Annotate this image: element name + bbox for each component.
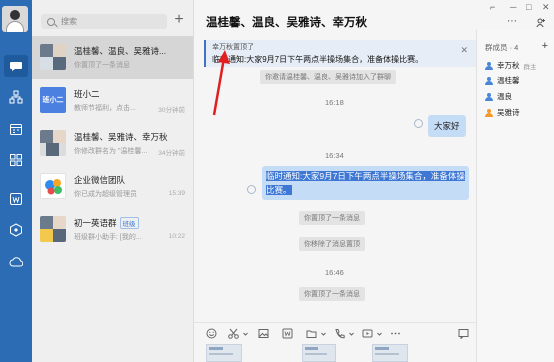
conversation-time: 10:22 bbox=[168, 233, 185, 240]
conversation-item[interactable]: 温桂馨、温良、吴雅诗... 你置顶了一条消息 bbox=[32, 36, 193, 79]
conversation-time: 34分钟前 bbox=[158, 150, 185, 157]
input-toolbar bbox=[194, 322, 476, 342]
drive-icon[interactable] bbox=[8, 222, 24, 238]
conversation-preview: 班级群小助手: [我的... bbox=[74, 234, 142, 241]
word-doc-icon[interactable] bbox=[282, 328, 293, 339]
more-tools-icon[interactable] bbox=[390, 328, 401, 339]
conversation-time: 15:39 bbox=[168, 190, 185, 197]
conversation-title: 初一英语群 班级 bbox=[74, 217, 139, 229]
conversation-item[interactable]: 初一英语群 班级 班级群小助手: [我的... 10:22 bbox=[32, 208, 193, 251]
conversation-title: 温桂馨、吴雅诗、幸万秋 bbox=[74, 132, 168, 142]
select-circle-icon[interactable] bbox=[247, 185, 256, 194]
group-avatar bbox=[40, 44, 66, 70]
maximize-icon[interactable]: □ bbox=[526, 2, 531, 12]
member-item[interactable]: 温桂馨 bbox=[485, 75, 520, 86]
members-panel: 群成员 · 4 + 幸万秋 群主 温桂馨 温良 吴雅诗 bbox=[476, 30, 554, 362]
chat-history-icon[interactable] bbox=[458, 328, 469, 340]
group-avatar bbox=[40, 130, 66, 156]
more-icon[interactable]: ⋯ bbox=[507, 16, 517, 27]
conversation-item[interactable]: 企业微信团队 你已成为超级管理员 15:39 bbox=[32, 165, 193, 208]
minimize-icon[interactable]: ─ bbox=[510, 2, 516, 12]
member-name: 吴雅诗 bbox=[497, 108, 520, 117]
conversation-preview: 你置顶了一条消息 bbox=[74, 62, 130, 69]
pinned-by: 幸万秋置顶了 bbox=[212, 44, 254, 51]
member-item[interactable]: 吴雅诗 bbox=[485, 107, 520, 118]
scissors-icon[interactable] bbox=[228, 328, 239, 339]
contacts-icon[interactable] bbox=[8, 89, 24, 105]
chevron-down-icon[interactable] bbox=[374, 328, 382, 339]
navigation-rail bbox=[0, 0, 32, 362]
conversation-list: 搜索 + 温桂馨、温良、吴雅诗... 你置顶了一条消息 班小二 班小二 教师节福… bbox=[32, 0, 194, 362]
image-thumbnail[interactable] bbox=[302, 344, 336, 362]
member-item[interactable]: 温良 bbox=[485, 91, 512, 102]
group-avatar bbox=[40, 216, 66, 242]
search-input[interactable]: 搜索 bbox=[41, 14, 167, 29]
banxiaoer-avatar: 班小二 bbox=[40, 87, 66, 113]
system-message: 你移除了消息置顶 bbox=[299, 237, 365, 251]
chevron-down-icon[interactable] bbox=[318, 328, 326, 339]
conversation-item[interactable]: 温桂馨、吴雅诗、幸万秋 你修改群名为 "温桂馨... 34分钟前 bbox=[32, 122, 193, 165]
person-icon bbox=[485, 92, 493, 101]
chat-panel: 温桂馨、温良、吴雅诗、幸万秋 ⋯ 幸万秋置顶了 临时通知:大家9月7日下午两点半… bbox=[194, 0, 554, 362]
conversation-preview: 你修改群名为 "温桂馨... bbox=[74, 148, 148, 155]
search-icon bbox=[47, 17, 55, 26]
message-bubble[interactable]: 大家好 bbox=[428, 115, 466, 137]
folder-icon[interactable] bbox=[306, 328, 317, 339]
conversation-title-text: 初一英语群 bbox=[74, 218, 117, 228]
person-icon bbox=[485, 76, 493, 85]
conversation-item[interactable]: 班小二 班小二 教师节福利，点击... 30分钟前 bbox=[32, 79, 193, 122]
cloud-icon[interactable] bbox=[8, 254, 24, 270]
chevron-down-icon[interactable] bbox=[240, 328, 248, 339]
add-member-icon[interactable]: + bbox=[542, 40, 548, 52]
chevron-down-icon[interactable] bbox=[346, 328, 354, 339]
image-icon[interactable] bbox=[258, 328, 269, 339]
message-bubble[interactable]: 临时通知:大家9月7日下午两点半操场集合，准备体操比赛。 bbox=[262, 166, 469, 200]
emoji-icon[interactable] bbox=[206, 328, 217, 339]
conversation-preview: 你已成为超级管理员 bbox=[74, 191, 137, 198]
timestamp: 16:34 bbox=[325, 151, 344, 160]
message-icon[interactable] bbox=[4, 55, 28, 77]
member-name: 幸万秋 bbox=[497, 61, 520, 70]
member-item[interactable]: 幸万秋 群主 bbox=[485, 60, 537, 71]
pinned-message: 临时通知:大家9月7日下午两点半操场集合，准备体操比赛。 bbox=[212, 55, 424, 64]
conversation-title: 企业微信团队 bbox=[74, 175, 126, 185]
conversation-title: 温桂馨、温良、吴雅诗... bbox=[74, 46, 167, 56]
owner-badge: 群主 bbox=[523, 63, 537, 71]
system-message: 你邀请温桂馨、温良、吴雅诗加入了群聊 bbox=[260, 70, 396, 84]
select-circle-icon[interactable] bbox=[414, 119, 423, 128]
image-thumbnail[interactable] bbox=[206, 344, 242, 362]
close-window-icon[interactable]: ✕ bbox=[542, 2, 550, 13]
members-header: 群成员 · 4 bbox=[485, 43, 519, 52]
person-icon bbox=[485, 108, 493, 117]
pinned-message-bar[interactable]: 幸万秋置顶了 临时通知:大家9月7日下午两点半操场集合，准备体操比赛。 ✕ bbox=[204, 40, 476, 67]
system-message: 你置顶了一条消息 bbox=[299, 287, 365, 301]
phone-icon[interactable] bbox=[334, 328, 345, 339]
conversation-time: 30分钟前 bbox=[158, 107, 185, 114]
selected-message-text: 临时通知:大家9月7日下午两点半操场集合，准备体操比赛。 bbox=[266, 171, 465, 195]
chat-title: 温桂馨、温良、吴雅诗、幸万秋 bbox=[206, 17, 367, 29]
live-icon[interactable] bbox=[362, 328, 373, 339]
pin-window-icon[interactable]: ⌐ bbox=[490, 2, 495, 12]
timestamp: 16:46 bbox=[325, 268, 344, 277]
add-member-top-icon[interactable] bbox=[536, 18, 546, 28]
document-icon[interactable] bbox=[8, 191, 24, 207]
image-thumbnail[interactable] bbox=[372, 344, 408, 362]
workbench-icon[interactable] bbox=[8, 152, 24, 168]
search-placeholder: 搜索 bbox=[61, 17, 77, 26]
add-icon[interactable]: + bbox=[172, 12, 186, 28]
conversation-preview: 教师节福利，点击... bbox=[74, 105, 136, 112]
class-tag: 班级 bbox=[119, 217, 139, 229]
user-avatar[interactable] bbox=[2, 6, 28, 32]
timestamp: 16:18 bbox=[325, 98, 344, 107]
member-name: 温良 bbox=[497, 92, 512, 101]
person-icon bbox=[485, 61, 493, 70]
conversation-title: 班小二 bbox=[74, 89, 100, 99]
calendar-icon[interactable] bbox=[8, 121, 24, 137]
close-icon[interactable]: ✕ bbox=[460, 45, 468, 56]
member-name: 温桂馨 bbox=[497, 76, 520, 85]
wework-team-avatar bbox=[40, 173, 66, 199]
system-message: 你置顶了一条消息 bbox=[299, 211, 365, 225]
